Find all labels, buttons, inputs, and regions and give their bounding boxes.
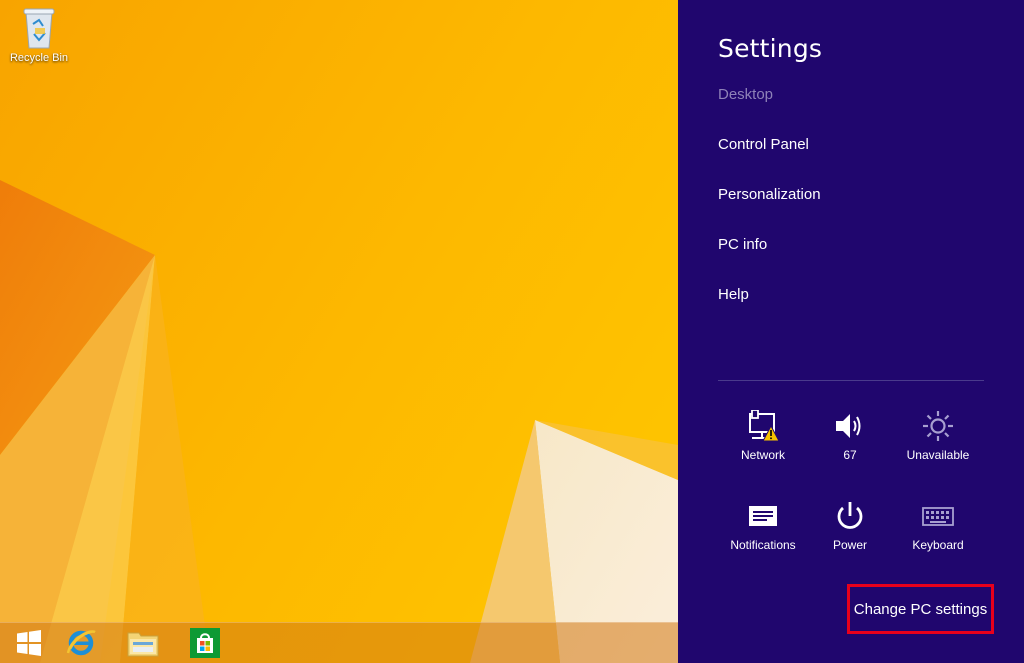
charm-title: Settings xyxy=(718,34,823,63)
taskbar-file-explorer[interactable] xyxy=(114,623,172,663)
personalization-link[interactable]: Personalization xyxy=(718,186,821,203)
network-tile[interactable]: Network xyxy=(719,408,807,462)
settings-charm: Settings Desktop Control Panel Personali… xyxy=(678,0,1024,663)
keyboard-icon xyxy=(922,507,954,526)
pc-info-link[interactable]: PC info xyxy=(718,236,767,253)
notifications-tile[interactable]: Notifications xyxy=(719,498,807,552)
internet-explorer-icon xyxy=(66,630,96,656)
help-link[interactable]: Help xyxy=(718,286,749,303)
power-tile[interactable]: Power xyxy=(806,498,894,552)
taskbar-store[interactable] xyxy=(176,623,234,663)
start-button[interactable] xyxy=(0,623,58,663)
taskbar xyxy=(0,622,678,663)
network-warning-icon xyxy=(749,410,780,442)
brightness-tile[interactable]: Unavailable xyxy=(894,408,982,462)
notifications-icon xyxy=(749,506,777,526)
brightness-label: Unavailable xyxy=(906,448,970,462)
desktop: Recycle Bin xyxy=(0,0,678,663)
keyboard-tile[interactable]: Keyboard xyxy=(894,498,982,552)
taskbar-internet-explorer[interactable] xyxy=(52,623,110,663)
recycle-bin-icon xyxy=(23,8,55,49)
control-panel-link[interactable]: Control Panel xyxy=(718,136,809,153)
brightness-icon xyxy=(923,411,953,441)
charm-context: Desktop xyxy=(718,86,774,103)
power-icon xyxy=(837,502,863,529)
wallpaper xyxy=(0,0,678,663)
volume-label: 67 xyxy=(843,448,857,462)
recycle-bin-label: Recycle Bin xyxy=(9,52,69,64)
change-pc-settings-label: Change PC settings xyxy=(853,600,988,618)
notifications-label: Notifications xyxy=(730,538,796,552)
network-label: Network xyxy=(740,448,785,462)
recycle-bin[interactable]: Recycle Bin xyxy=(4,6,74,64)
volume-tile[interactable]: 67 xyxy=(806,408,894,462)
power-label: Power xyxy=(832,538,867,552)
file-explorer-icon xyxy=(127,632,159,657)
keyboard-label: Keyboard xyxy=(912,538,964,552)
store-icon xyxy=(190,628,220,658)
start-icon xyxy=(17,630,41,656)
speaker-icon xyxy=(836,414,861,438)
divider xyxy=(718,380,984,381)
change-pc-settings-link[interactable]: Change PC settings xyxy=(847,584,994,634)
